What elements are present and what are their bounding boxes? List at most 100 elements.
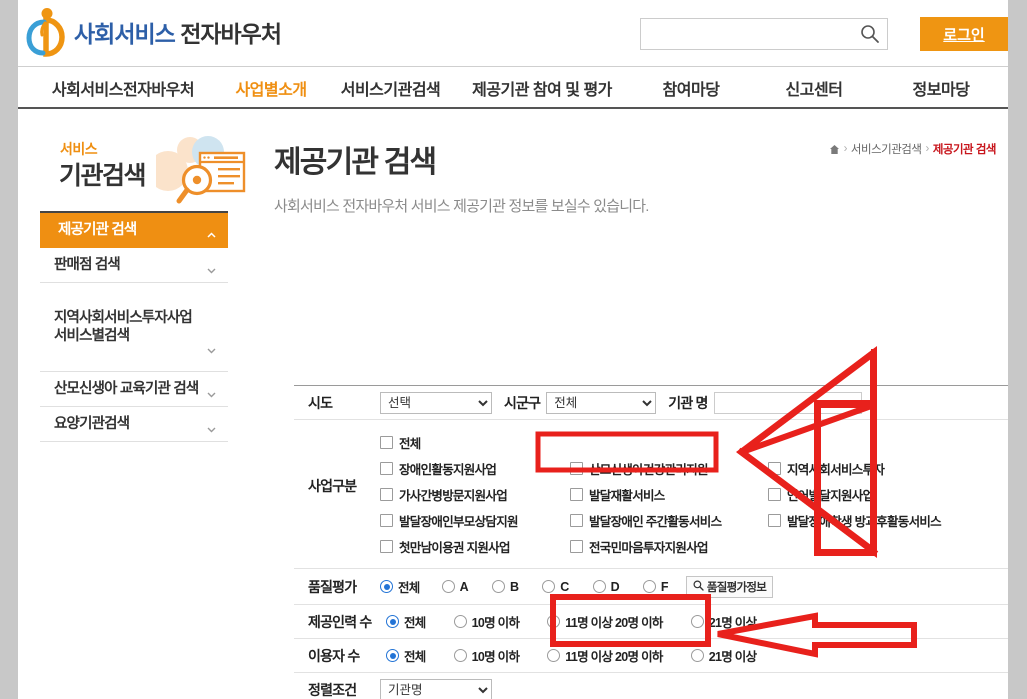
checkbox-3-0[interactable] bbox=[380, 540, 393, 553]
checkbox-label-0-0[interactable]: 장애인활동지원사업 bbox=[399, 459, 496, 478]
checkbox-label-2-1[interactable]: 발달장애인 주간활동서비스 bbox=[589, 511, 721, 530]
checkbox-item-0-2[interactable]: 지역사회서비스투자 bbox=[768, 459, 968, 478]
radio-user-1[interactable]: 10명 이하 bbox=[454, 646, 520, 665]
checkbox-label-2-0[interactable]: 발달장애인부모상담지원 bbox=[399, 511, 518, 530]
radio-input-staff-1[interactable] bbox=[454, 615, 467, 628]
nav-item-4[interactable]: 참여마당 bbox=[631, 76, 751, 100]
radio-input-user-2[interactable] bbox=[547, 649, 560, 662]
sidebar-item-maternal-education[interactable]: 산모신생아 교육기관 검색 bbox=[40, 372, 228, 407]
checkbox-1-0[interactable] bbox=[380, 488, 393, 501]
checkbox-1-1[interactable] bbox=[570, 488, 583, 501]
radio-label-user-0[interactable]: 전체 bbox=[404, 646, 426, 665]
radio-input-quality-4[interactable] bbox=[593, 580, 606, 593]
checkbox-0-1[interactable] bbox=[570, 462, 583, 475]
radio-user-3[interactable]: 21명 이상 bbox=[691, 646, 757, 665]
sigungu-select[interactable]: 전체 bbox=[546, 392, 656, 414]
radio-input-quality-5[interactable] bbox=[643, 580, 656, 593]
site-logo[interactable]: 사회서비스 전자바우처 bbox=[22, 7, 281, 57]
breadcrumb-item-0[interactable]: 서비스기관검색 bbox=[851, 141, 922, 157]
radio-label-staff-0[interactable]: 전체 bbox=[404, 612, 426, 631]
sidebar-item-regional-service[interactable]: 지역사회서비스투자사업 서비스별검색 bbox=[40, 283, 228, 372]
checkbox-item-2-0[interactable]: 발달장애인부모상담지원 bbox=[380, 511, 570, 530]
search-icon[interactable] bbox=[860, 24, 880, 44]
radio-user-2[interactable]: 11명 이상 20명 이하 bbox=[547, 646, 662, 665]
radio-input-quality-2[interactable] bbox=[492, 580, 505, 593]
checkbox-item-3-0[interactable]: 첫만남이용권 지원사업 bbox=[380, 537, 570, 556]
checkbox-0-2[interactable] bbox=[768, 462, 781, 475]
sidebar-item-care-institution[interactable]: 요양기관검색 bbox=[40, 407, 228, 442]
radio-label-quality-2[interactable]: B bbox=[510, 580, 518, 594]
radio-label-quality-1[interactable]: A bbox=[460, 580, 468, 594]
checkbox-label-1-1[interactable]: 발달재활서비스 bbox=[589, 485, 665, 504]
checkbox-all[interactable] bbox=[380, 436, 393, 449]
checkbox-item-1-1[interactable]: 발달재활서비스 bbox=[570, 485, 768, 504]
checkbox-item-0-0[interactable]: 장애인활동지원사업 bbox=[380, 459, 570, 478]
checkbox-0-0[interactable] bbox=[380, 462, 393, 475]
checkbox-label-1-2[interactable]: 언어발달지원사업 bbox=[787, 485, 873, 504]
radio-label-staff-3[interactable]: 21명 이상 bbox=[709, 612, 757, 631]
sidebar-item-provider-search[interactable]: 제공기관 검색 bbox=[40, 213, 228, 248]
checkbox-3-1[interactable] bbox=[570, 540, 583, 553]
radio-label-staff-1[interactable]: 10명 이하 bbox=[472, 612, 520, 631]
radio-staff-2[interactable]: 11명 이상 20명 이하 bbox=[547, 612, 662, 631]
checkbox-label-1-0[interactable]: 가사간병방문지원사업 bbox=[399, 485, 507, 504]
radio-quality-3[interactable]: C bbox=[542, 580, 568, 594]
checkbox-item-1-2[interactable]: 언어발달지원사업 bbox=[768, 485, 968, 504]
radio-label-user-1[interactable]: 10명 이하 bbox=[472, 646, 520, 665]
radio-staff-1[interactable]: 10명 이하 bbox=[454, 612, 520, 631]
radio-label-user-3[interactable]: 21명 이상 bbox=[709, 646, 757, 665]
nav-item-2[interactable]: 서비스기관검색 bbox=[328, 76, 453, 100]
radio-staff-3[interactable]: 21명 이상 bbox=[691, 612, 757, 631]
nav-item-0[interactable]: 사회서비스전자바우처 bbox=[32, 76, 214, 100]
nav-item-1[interactable]: 사업별소개 bbox=[214, 76, 328, 100]
radio-label-quality-5[interactable]: F bbox=[661, 580, 668, 594]
radio-label-quality-0[interactable]: 전체 bbox=[398, 577, 420, 596]
checkbox-item-2-2[interactable]: 발달장애학생 방과후활동서비스 bbox=[768, 511, 968, 530]
site-search[interactable] bbox=[640, 18, 888, 50]
radio-input-quality-0[interactable] bbox=[380, 580, 393, 593]
checkbox-item-all[interactable]: 전체 bbox=[380, 433, 570, 452]
checkbox-2-0[interactable] bbox=[380, 514, 393, 527]
radio-quality-2[interactable]: B bbox=[492, 580, 518, 594]
nav-item-6[interactable]: 정보마당 bbox=[877, 76, 1005, 100]
checkbox-1-2[interactable] bbox=[768, 488, 781, 501]
radio-label-quality-4[interactable]: D bbox=[611, 580, 619, 594]
radio-input-user-1[interactable] bbox=[454, 649, 467, 662]
checkbox-2-1[interactable] bbox=[570, 514, 583, 527]
checkbox-2-2[interactable] bbox=[768, 514, 781, 527]
org-name-input[interactable] bbox=[714, 392, 862, 414]
radio-input-staff-0[interactable] bbox=[386, 615, 399, 628]
radio-input-quality-1[interactable] bbox=[442, 580, 455, 593]
login-button[interactable]: 로그인 bbox=[920, 17, 1008, 51]
home-icon[interactable] bbox=[829, 144, 840, 155]
radio-label-staff-2[interactable]: 11명 이상 20명 이하 bbox=[565, 612, 662, 631]
radio-quality-4[interactable]: D bbox=[593, 580, 619, 594]
search-input[interactable] bbox=[649, 23, 854, 45]
checkbox-item-3-1[interactable]: 전국민마음투자지원사업 bbox=[570, 537, 768, 556]
nav-item-5[interactable]: 신고센터 bbox=[751, 76, 877, 100]
radio-quality-0[interactable]: 전체 bbox=[380, 577, 420, 596]
checkbox-label-3-0[interactable]: 첫만남이용권 지원사업 bbox=[399, 537, 510, 556]
radio-input-user-0[interactable] bbox=[386, 649, 399, 662]
radio-input-user-3[interactable] bbox=[691, 649, 704, 662]
sidebar-item-store-search[interactable]: 판매점 검색 bbox=[40, 248, 228, 283]
checkbox-item-2-1[interactable]: 발달장애인 주간활동서비스 bbox=[570, 511, 768, 530]
nav-item-3[interactable]: 제공기관 참여 및 평가 bbox=[453, 76, 631, 100]
checkbox-item-0-1[interactable]: 산모신생아건강관리지원 bbox=[570, 459, 768, 478]
checkbox-label-0-2[interactable]: 지역사회서비스투자 bbox=[787, 459, 884, 478]
radio-quality-5[interactable]: F bbox=[643, 580, 668, 594]
checkbox-label-0-1[interactable]: 산모신생아건강관리지원 bbox=[589, 459, 708, 478]
radio-input-quality-3[interactable] bbox=[542, 580, 555, 593]
checkbox-label-2-2[interactable]: 발달장애학생 방과후활동서비스 bbox=[787, 511, 941, 530]
radio-quality-1[interactable]: A bbox=[442, 580, 468, 594]
sido-select[interactable]: 선택 bbox=[380, 392, 492, 414]
radio-input-staff-2[interactable] bbox=[547, 615, 560, 628]
radio-label-user-2[interactable]: 11명 이상 20명 이하 bbox=[565, 646, 662, 665]
sort-select[interactable]: 기관명 bbox=[380, 679, 492, 699]
radio-staff-0[interactable]: 전체 bbox=[386, 612, 426, 631]
quality-info-button[interactable]: 품질평가정보 bbox=[686, 576, 773, 598]
radio-input-staff-3[interactable] bbox=[691, 615, 704, 628]
radio-label-quality-3[interactable]: C bbox=[560, 580, 568, 594]
checkbox-label-3-1[interactable]: 전국민마음투자지원사업 bbox=[589, 537, 708, 556]
checkbox-label-all[interactable]: 전체 bbox=[399, 433, 421, 452]
